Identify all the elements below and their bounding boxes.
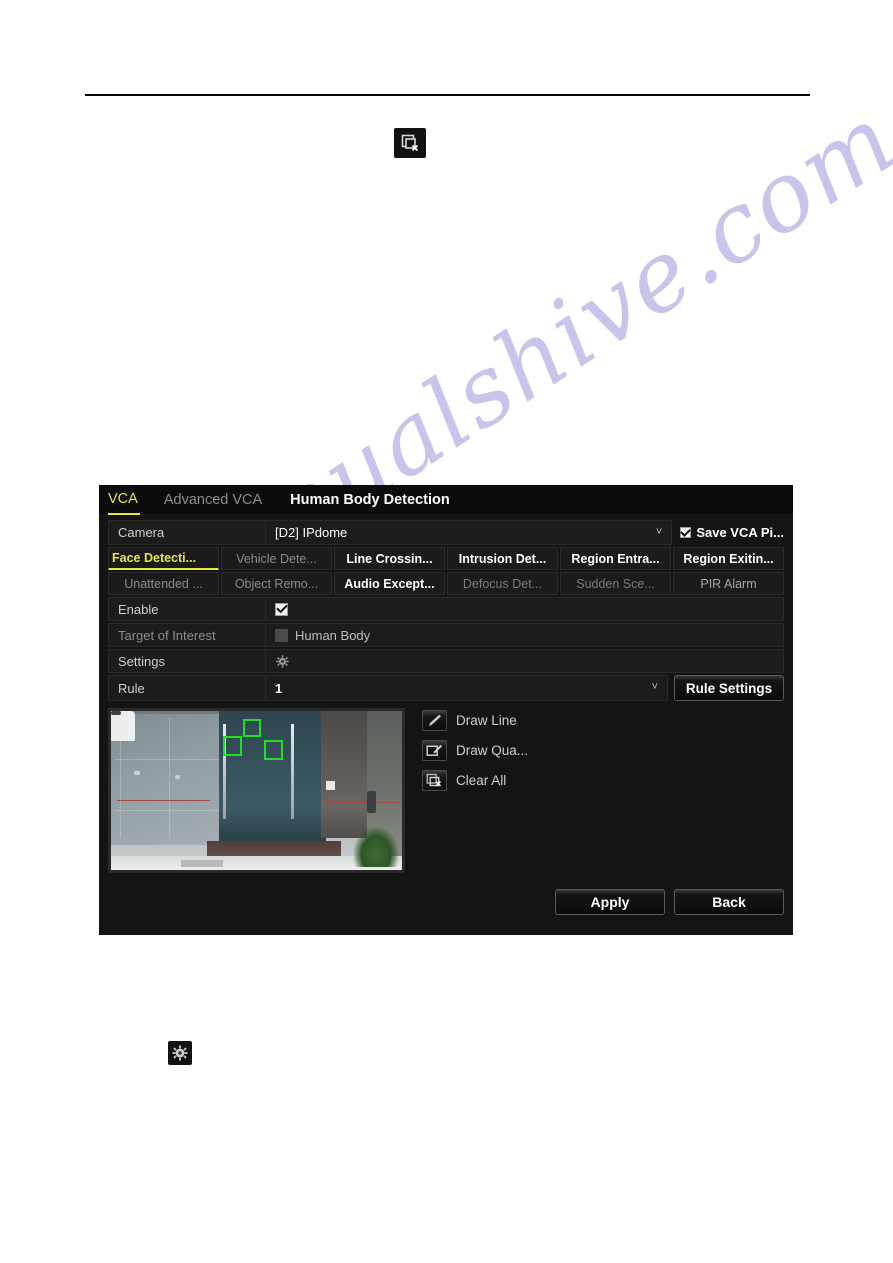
detection-tab-object-removal[interactable]: Object Remo...	[221, 572, 332, 595]
rule-settings-button[interactable]: Rule Settings	[674, 675, 784, 701]
rule-label: Rule	[108, 675, 266, 701]
clear-all-glyph	[401, 134, 420, 152]
clear-all-label: Clear All	[456, 773, 507, 788]
draw-quadrilateral-tool[interactable]: Draw Qua...	[422, 740, 528, 761]
detection-tab-vehicle-detection[interactable]: Vehicle Dete...	[221, 547, 332, 570]
camera-label: Camera	[108, 520, 266, 545]
clear-all-icon	[422, 770, 447, 791]
dialog-tab-strip: VCA Advanced VCA Human Body Detection	[99, 485, 793, 515]
detection-tab-line-crossing[interactable]: Line Crossin...	[334, 547, 445, 570]
detection-tab-region-exiting[interactable]: Region Exitin...	[673, 547, 784, 570]
enable-value-cell	[266, 597, 784, 621]
target-of-interest-row: Target of Interest Human Body	[108, 623, 784, 647]
detection-type-tabs: Face Detecti... Vehicle Dete... Line Cro…	[108, 547, 784, 595]
camera-select[interactable]: [D2] IPdome ˅	[266, 520, 673, 545]
enable-row: Enable	[108, 597, 784, 621]
dialog-body: Camera [D2] IPdome ˅ Save VCA Pi... Face…	[99, 514, 793, 873]
camera-preview[interactable]	[108, 708, 405, 873]
tab-advanced-vca[interactable]: Advanced VCA	[164, 486, 276, 514]
clear-all-tool[interactable]: Clear All	[422, 770, 528, 791]
rule-select[interactable]: 1 ˅	[266, 675, 668, 701]
detection-tab-intrusion[interactable]: Intrusion Det...	[447, 547, 558, 570]
settings-row: Settings	[108, 649, 784, 673]
vca-configuration-dialog: VCA Advanced VCA Human Body Detection Ca…	[99, 485, 793, 935]
draw-line-label: Draw Line	[456, 713, 517, 728]
detection-tab-sudden-scene-change[interactable]: Sudden Sce...	[560, 572, 671, 595]
back-button[interactable]: Back	[674, 889, 784, 915]
clear-all-icon	[394, 128, 426, 158]
gear-glyph	[172, 1045, 188, 1061]
draw-quadrilateral-icon	[422, 740, 447, 761]
chevron-down-icon: ˅	[655, 525, 663, 538]
dialog-footer: Apply Back	[555, 889, 784, 915]
draw-tools: Draw Line Draw Qua... Clear All	[422, 708, 528, 873]
human-body-checkbox[interactable]	[275, 628, 288, 642]
detection-tab-unattended-baggage[interactable]: Unattended ...	[108, 572, 219, 595]
save-vca-label: Save VCA Pi...	[696, 525, 784, 540]
camera-row: Camera [D2] IPdome ˅ Save VCA Pi...	[108, 520, 784, 545]
face-detection-box	[243, 718, 262, 737]
page-header-rule	[85, 94, 810, 96]
detection-tab-pir-alarm[interactable]: PIR Alarm	[673, 572, 784, 595]
settings-label: Settings	[108, 649, 266, 673]
gear-icon	[168, 1041, 192, 1065]
enable-checkbox[interactable]	[275, 602, 288, 616]
settings-gear-icon[interactable]	[275, 654, 290, 669]
detection-tab-audio-exception[interactable]: Audio Except...	[334, 572, 445, 595]
enable-label: Enable	[108, 597, 266, 621]
face-detection-box	[223, 735, 243, 756]
tab-vca[interactable]: VCA	[108, 485, 140, 515]
rule-select-value: 1	[275, 680, 283, 696]
preview-and-tools: Draw Line Draw Qua... Clear All	[108, 708, 784, 873]
rule-row: Rule 1 ˅ Rule Settings	[108, 675, 784, 701]
tab-human-body-detection[interactable]: Human Body Detection	[290, 486, 464, 514]
detection-tab-defocus-detection[interactable]: Defocus Det...	[447, 572, 558, 595]
target-of-interest-label: Target of Interest	[108, 623, 266, 647]
camera-select-value: [D2] IPdome	[275, 525, 348, 540]
camera-preview-image	[111, 711, 402, 870]
apply-button[interactable]: Apply	[555, 889, 665, 915]
draw-line-tool[interactable]: Draw Line	[422, 710, 528, 731]
pencil-icon	[422, 710, 447, 731]
settings-value-cell	[266, 649, 784, 673]
target-of-interest-value-cell: Human Body	[266, 623, 784, 647]
face-detection-box	[263, 740, 283, 761]
detection-tab-region-entrance[interactable]: Region Entra...	[560, 547, 671, 570]
detection-tab-face-detection[interactable]: Face Detecti...	[108, 547, 219, 570]
human-body-label: Human Body	[295, 627, 371, 643]
save-vca-checkbox-box[interactable]	[680, 527, 692, 538]
save-vca-picture-checkbox[interactable]: Save VCA Pi...	[680, 520, 784, 545]
draw-quadrilateral-label: Draw Qua...	[456, 743, 529, 758]
rule-chevron-down-icon: ˅	[651, 680, 658, 693]
